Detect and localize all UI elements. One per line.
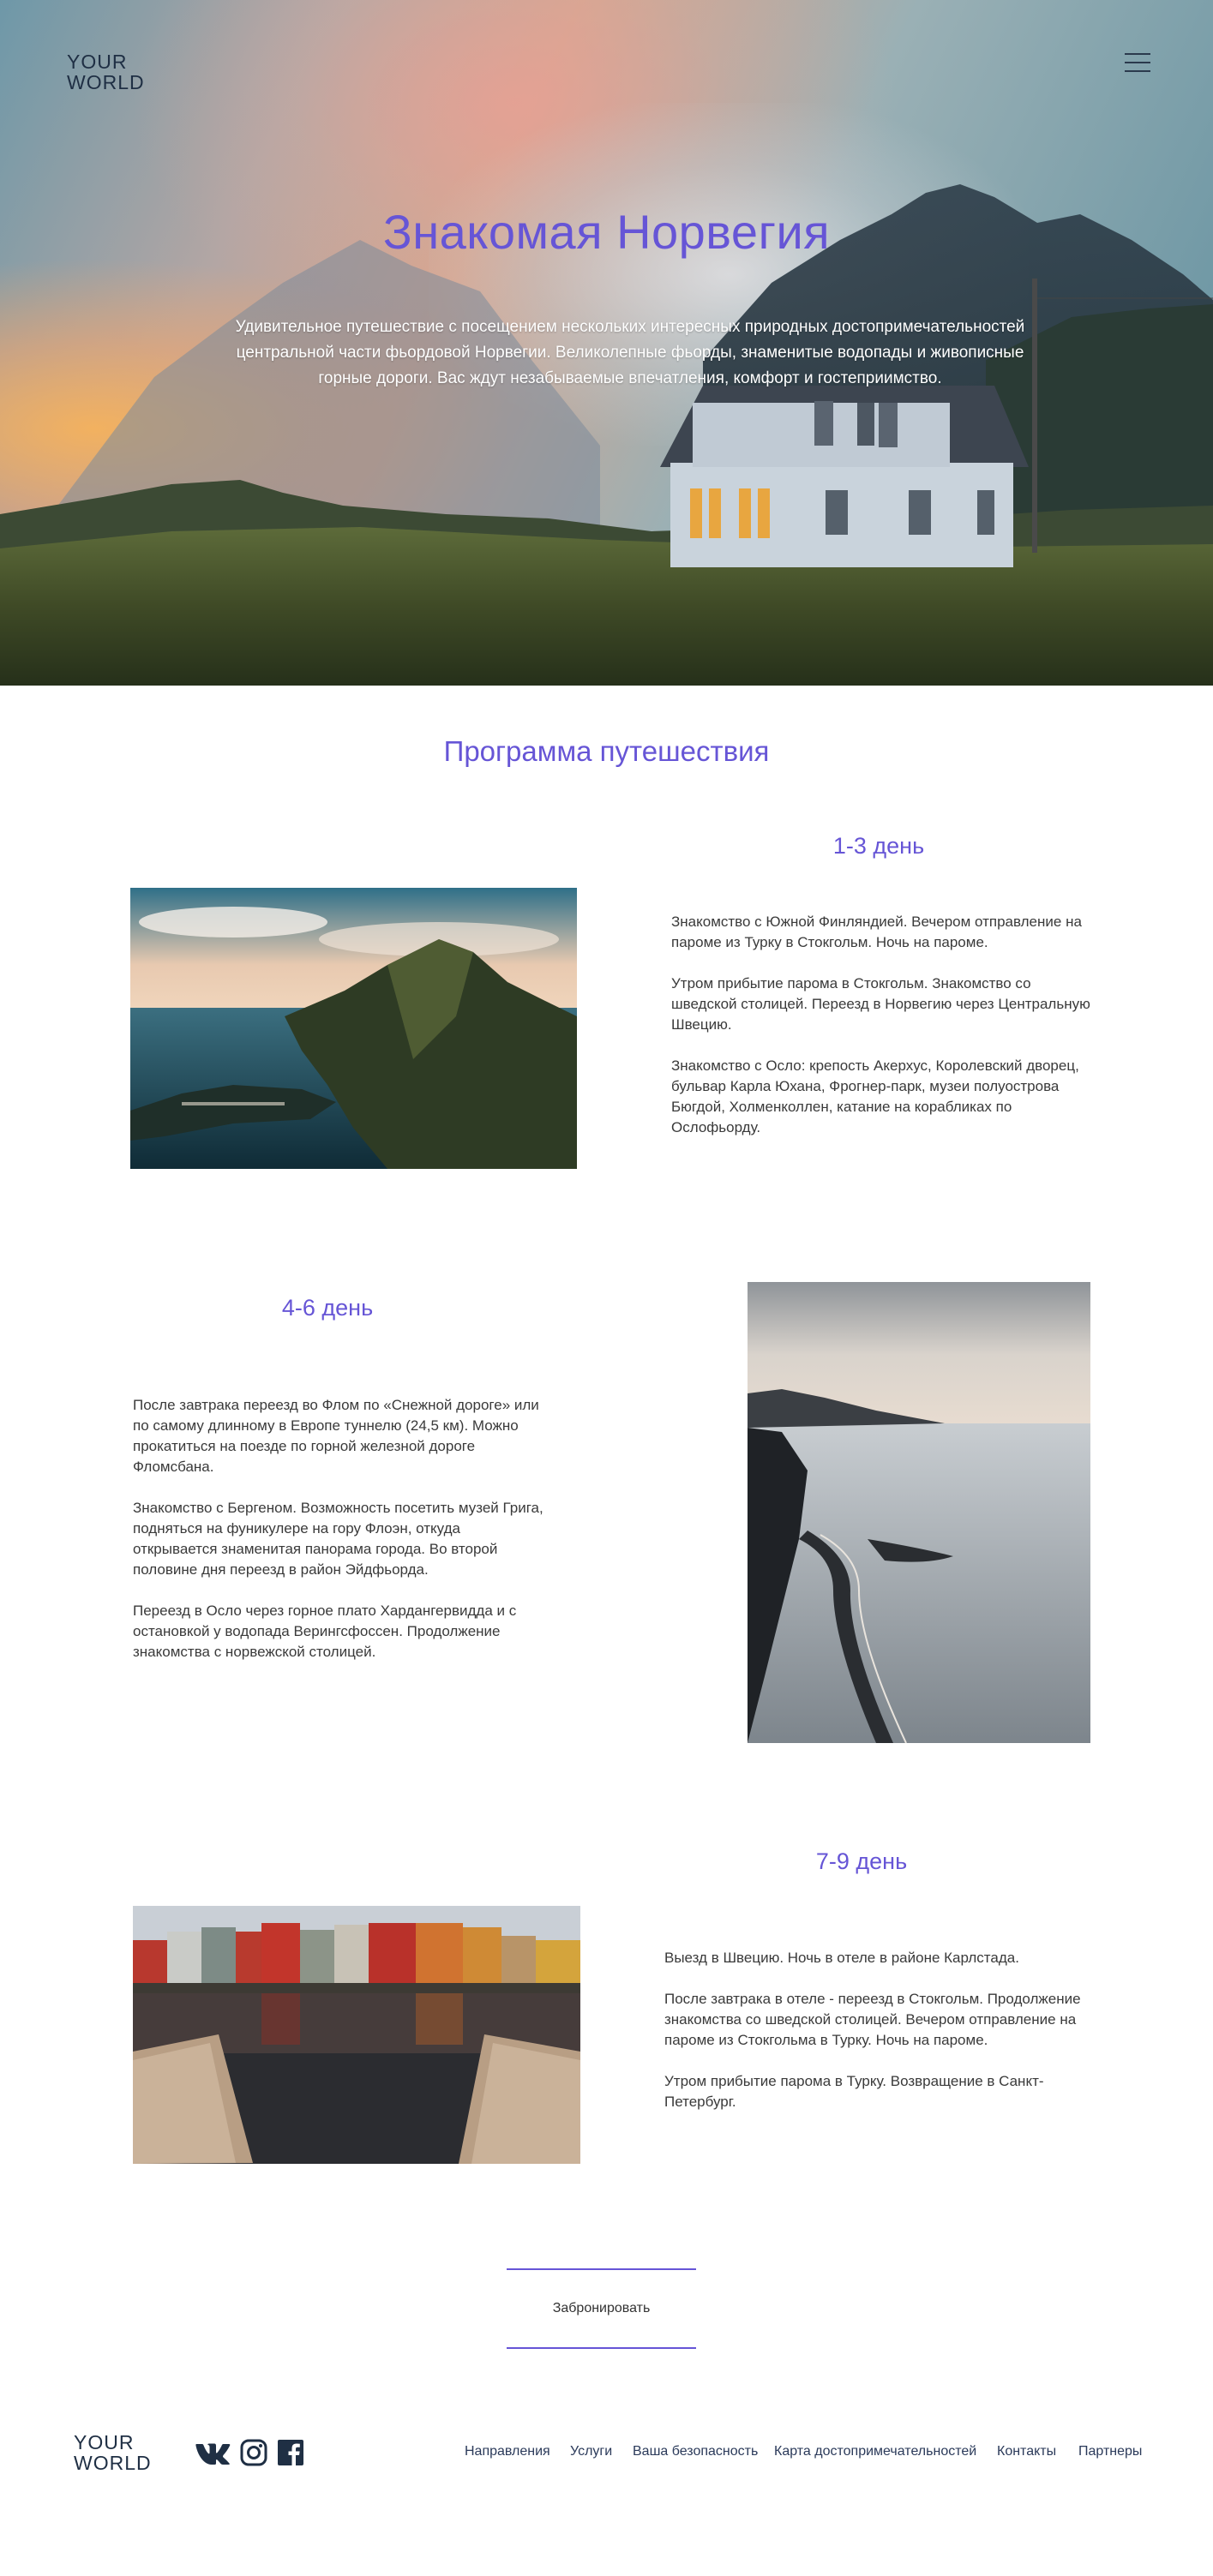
day-description: Выезд в Швецию. Ночь в отеле в районе Ка… [664,1948,1084,2133]
day-paragraph: После завтрака в отеле - переезд в Стокг… [664,1991,1081,2048]
logo-line-2: WORLD [74,2452,152,2474]
instagram-icon[interactable] [240,2439,267,2466]
menu-icon[interactable] [1125,51,1150,74]
day-paragraph: Знакомство с Бергеном. Возможность посет… [133,1500,543,1578]
day-paragraph: Выезд в Швецию. Ночь в отеле в районе Ка… [664,1950,1019,1966]
footer-nav-services[interactable]: Услуги [570,2444,612,2459]
book-button[interactable]: Забронировать [507,2270,696,2347]
menu-icon-line [1125,70,1150,72]
day-paragraph: Переезд в Осло через горное плато Хардан… [133,1603,517,1660]
day-title: 4-6 день [281,1295,374,1321]
day-title: 1-3 день [832,833,925,859]
day-description: Знакомство с Южной Финляндией. Вечером о… [671,912,1091,1159]
hero-title: Знакомая Норвегия [382,205,831,259]
day-paragraph: Знакомство с Южной Финляндией. Вечером о… [671,914,1082,950]
day-paragraph: Утром прибытие парома в Турку. Возвращен… [664,2073,1044,2110]
book-button-border-bottom [507,2347,696,2349]
day-paragraph: Знакомство с Осло: крепость Акерхус, Кор… [671,1057,1079,1135]
footer-nav-partners[interactable]: Партнеры [1078,2444,1142,2459]
logo-line-2: WORLD [67,71,145,93]
footer-nav-safety[interactable]: Ваша безопасность [633,2444,758,2459]
hero-description: Удивительное путешествие с посещением не… [235,318,1025,387]
header-logo[interactable]: YOUR WORLD [67,51,145,93]
footer-nav-contacts[interactable]: Контакты [997,2444,1056,2459]
day-paragraph: Утром прибытие парома в Стокгольм. Знако… [671,975,1090,1033]
footer-nav-attractions-map[interactable]: Карта достопримечательностей [774,2444,976,2459]
vk-icon[interactable] [195,2439,233,2466]
day-title: 7-9 день [815,1848,908,1874]
program-title: Программа путешествия [443,735,770,767]
coastal-road-photo [748,1282,1090,1743]
day-description: После завтрака переезд во Флом по «Снежн… [133,1395,544,1683]
facebook-icon[interactable] [278,2439,303,2466]
fjord-coast-photo [130,888,577,1169]
footer-nav-destinations[interactable]: Направления [465,2444,550,2459]
day-paragraph: После завтрака переезд во Флом по «Снежн… [133,1397,539,1475]
menu-icon-line [1125,53,1150,55]
hero-section: YOUR WORLD Знакомая Норвегия Удивительно… [0,0,1213,686]
logo-line-1: YOUR [74,2431,135,2453]
logo-line-1: YOUR [67,51,128,73]
footer-logo[interactable]: YOUR WORLD [74,2432,152,2473]
menu-icon-line [1125,62,1150,63]
harbor-houses-photo [133,1906,580,2164]
